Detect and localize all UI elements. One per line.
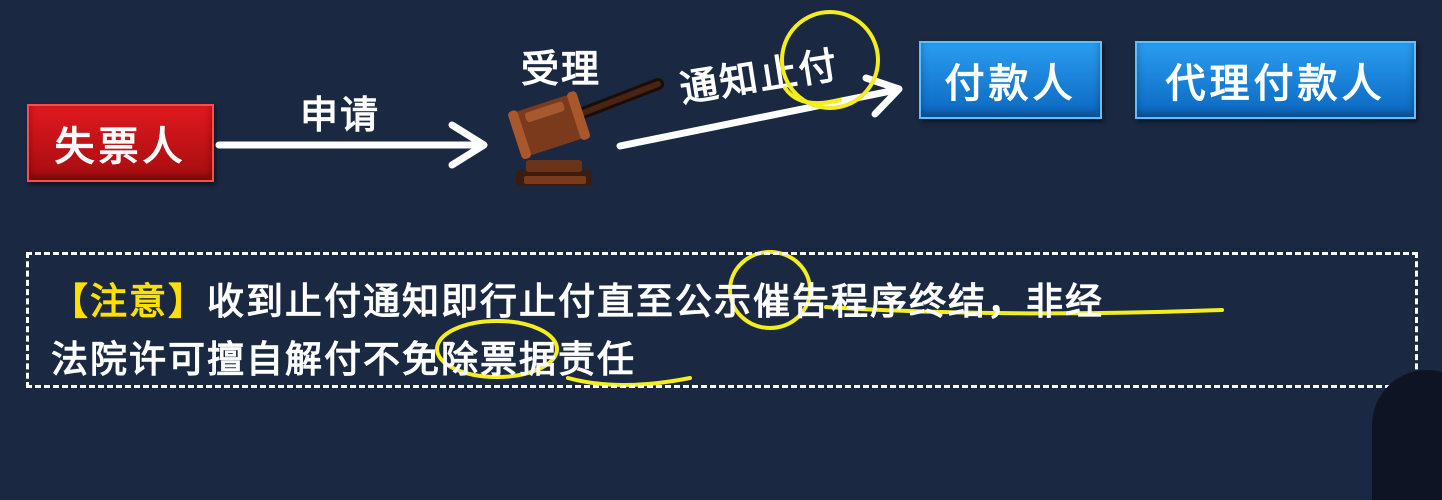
arrow-right-icon <box>215 121 488 169</box>
note-line-1: 【注意】收到止付通知即行止付直至公示催告程序终结，非经 <box>51 273 1415 331</box>
note-tag: 【注意】 <box>51 280 207 323</box>
note-text-1: 收到止付通知即行止付直至公示催告程序终结，非经 <box>207 280 1104 323</box>
note-text-2: 法院许可擅自解付不免除票据责任 <box>51 338 636 381</box>
note-box: 【注意】收到止付通知即行止付直至公示催告程序终结，非经 法院许可擅自解付不免除票… <box>26 252 1418 388</box>
gavel-icon <box>508 78 664 186</box>
note-line-2: 法院许可擅自解付不免除票据责任 <box>51 331 1415 389</box>
